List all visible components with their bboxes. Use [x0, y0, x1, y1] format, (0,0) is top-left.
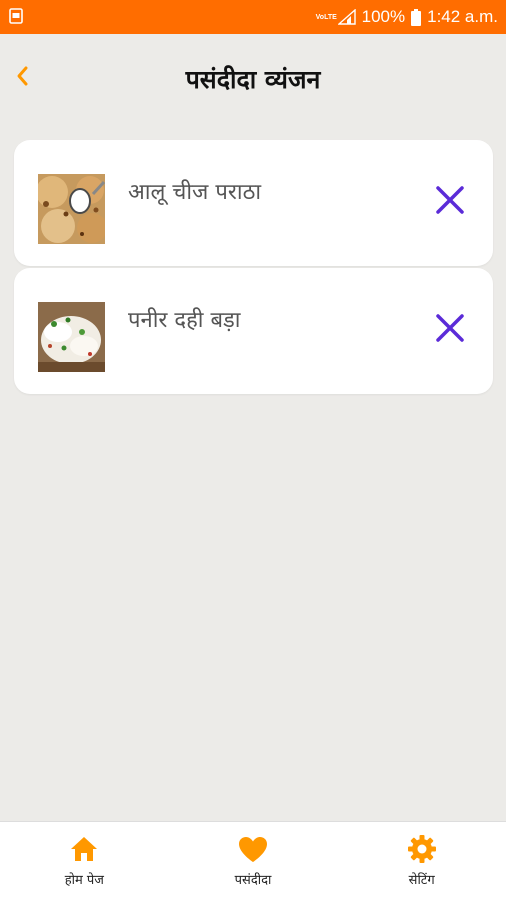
gallery-notification-icon — [9, 8, 23, 24]
favorites-list: आलू चीज पराठा पनीर दही बड़ा — [14, 140, 493, 396]
signal-icon — [337, 9, 356, 25]
nav-home-label: होम पेज — [64, 873, 104, 888]
gear-icon — [407, 834, 437, 864]
clock: 1:42 a.m. — [427, 7, 498, 26]
nav-home[interactable]: होम पेज — [0, 822, 169, 900]
status-bar: VoLTE 100% 1:42 a.m. — [0, 0, 506, 34]
status-indicators: VoLTE 100% 1:42 a.m. — [316, 0, 498, 34]
favorite-item[interactable]: पनीर दही बड़ा — [14, 268, 493, 394]
favorite-name: पनीर दही बड़ा — [128, 308, 241, 333]
favorite-name: आलू चीज पराठा — [128, 180, 262, 205]
close-icon — [436, 186, 464, 214]
nav-settings[interactable]: सेटिंग — [337, 822, 506, 900]
heart-icon — [238, 834, 268, 864]
dahi-bada-thumbnail — [38, 302, 105, 372]
bottom-navigation: होम पेज पसंदीदा सेटिंग — [0, 821, 506, 900]
page-title: पसंदीदा व्यंजन — [185, 65, 321, 94]
close-icon — [436, 314, 464, 342]
nav-settings-label: सेटिंग — [408, 873, 435, 888]
home-icon — [69, 834, 99, 864]
remove-favorite-button[interactable] — [430, 180, 470, 220]
app-header: पसंदीदा व्यंजन — [0, 34, 506, 134]
nav-favorites-label: पसंदीदा — [234, 873, 272, 888]
remove-favorite-button[interactable] — [430, 308, 470, 348]
nav-favorites[interactable]: पसंदीदा — [169, 822, 338, 900]
battery-percent: 100% — [361, 7, 406, 26]
volte-label: VoLTE — [315, 13, 337, 21]
battery-icon — [411, 8, 422, 26]
aloo-paratha-thumbnail — [38, 174, 105, 244]
favorite-item[interactable]: आलू चीज पराठा — [14, 140, 493, 266]
